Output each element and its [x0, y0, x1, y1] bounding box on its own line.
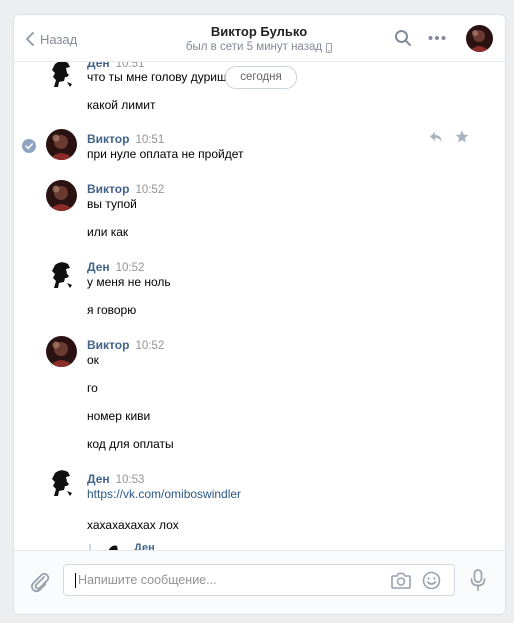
peer-info[interactable]: Виктор Булько был в сети 5 минут назад — [154, 24, 364, 55]
microphone-icon[interactable] — [470, 569, 486, 591]
camera-icon[interactable] — [391, 572, 411, 589]
sherlock-avatar-icon[interactable] — [46, 62, 77, 89]
message-text: номер киви — [87, 409, 151, 423]
message-time: 10:52 — [135, 340, 165, 352]
reply-icon[interactable] — [429, 131, 443, 143]
peer-status: был в сети 5 минут назад — [154, 40, 364, 55]
message-history[interactable]: Ден 10:51 что ты мне голову дуриш какой л… — [14, 62, 505, 550]
message-placeholder: Напишите сообщение... — [78, 573, 217, 587]
message-text: вы тупой — [87, 197, 137, 211]
star-icon[interactable] — [455, 130, 469, 143]
message-text: у меня не ноль — [87, 275, 171, 289]
victor-avatar[interactable] — [46, 180, 77, 211]
date-separator: сегодня — [225, 66, 297, 89]
smile-icon[interactable] — [422, 571, 441, 590]
message-text: какой лимит — [87, 98, 156, 112]
message-author[interactable]: Виктор 10:52 — [87, 338, 164, 353]
message-composer: Напишите сообщение... — [14, 550, 505, 614]
victor-avatar[interactable] — [46, 129, 77, 160]
author-name: Ден — [87, 260, 110, 274]
message-time: 10:51 — [135, 134, 165, 146]
message-time: 10:53 — [115, 474, 145, 486]
message-time: 10:52 — [135, 184, 165, 196]
message-link[interactable]: https://vk.com/omiboswindler — [87, 487, 241, 502]
quoted-author[interactable]: Ден — [134, 541, 155, 550]
back-label: Назад — [40, 31, 78, 47]
chevron-left-icon — [26, 32, 34, 46]
message-input[interactable]: Напишите сообщение... — [63, 564, 455, 596]
chat-panel: Назад Виктор Булько был в сети 5 минут н… — [13, 14, 506, 615]
more-dots-icon[interactable] — [428, 31, 446, 45]
author-name: Виктор — [87, 338, 130, 352]
message-text: что ты мне голову дуриш — [87, 70, 227, 84]
avatar-image — [46, 336, 77, 367]
chat-header: Назад Виктор Булько был в сети 5 минут н… — [14, 15, 505, 62]
sherlock-avatar-icon — [108, 545, 118, 550]
message-text: хахахахахах лох — [87, 518, 179, 532]
message-author[interactable]: Виктор 10:51 — [87, 132, 164, 147]
avatar-image — [46, 180, 77, 211]
message-author[interactable]: Ден 10:53 — [87, 472, 144, 487]
search-icon[interactable] — [394, 29, 412, 47]
mobile-phone-icon — [326, 42, 333, 53]
message-text: код для оплаты — [87, 437, 174, 451]
back-button[interactable]: Назад — [25, 29, 77, 49]
avatar-image — [46, 129, 77, 160]
message-text: при нуле оплата не пройдет — [87, 147, 244, 161]
message-text: ок — [87, 353, 99, 367]
message-author[interactable]: Виктор 10:52 — [87, 182, 164, 197]
peer-name: Виктор Булько — [210, 24, 308, 39]
avatar-image — [466, 25, 493, 52]
victor-avatar[interactable] — [46, 336, 77, 367]
author-name: Ден — [87, 472, 110, 486]
peer-avatar[interactable] — [466, 25, 493, 52]
check-circle-icon[interactable] — [22, 139, 36, 153]
text-caret — [75, 573, 76, 588]
author-name: Виктор — [87, 132, 130, 146]
sherlock-avatar-icon[interactable] — [46, 467, 77, 498]
message-time: 10:51 — [115, 62, 145, 70]
sherlock-avatar-icon[interactable] — [46, 259, 77, 290]
peer-status-text: был в сети 5 минут назад — [185, 41, 323, 53]
message-time: 10:52 — [115, 262, 145, 274]
message-text: го — [87, 381, 98, 395]
check-mark — [25, 143, 33, 150]
message-text: я говорю — [87, 303, 137, 317]
paperclip-icon[interactable] — [30, 571, 50, 593]
message-author[interactable]: Ден 10:52 — [87, 260, 144, 275]
message-text: или как — [87, 225, 129, 239]
author-name: Ден — [87, 62, 110, 70]
author-name: Виктор — [87, 182, 130, 196]
